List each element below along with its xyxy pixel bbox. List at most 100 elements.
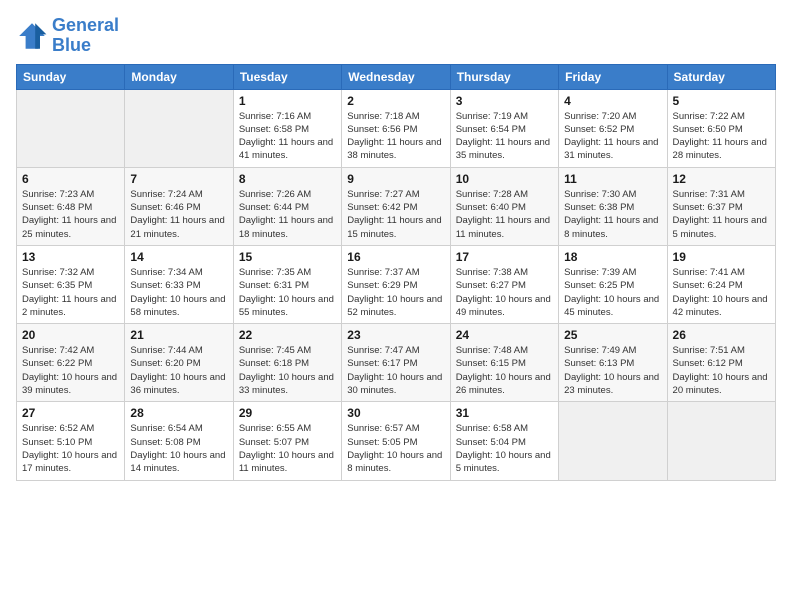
day-info: Sunrise: 7:19 AM Sunset: 6:54 PM Dayligh…: [456, 110, 553, 163]
day-info: Sunrise: 6:52 AM Sunset: 5:10 PM Dayligh…: [22, 422, 119, 475]
calendar-cell: [17, 89, 125, 167]
calendar-cell: 20 Sunrise: 7:42 AM Sunset: 6:22 PM Dayli…: [17, 324, 125, 402]
day-number: 23: [347, 328, 444, 342]
calendar-week-row: 6 Sunrise: 7:23 AM Sunset: 6:48 PM Daylig…: [17, 167, 776, 245]
calendar-cell: [559, 402, 667, 480]
calendar-cell: 23 Sunrise: 7:47 AM Sunset: 6:17 PM Dayli…: [342, 324, 450, 402]
calendar-cell: 25Sunrise: 7:49 AM Sunset: 6:13 PM Dayli…: [559, 324, 667, 402]
calendar-cell: 6 Sunrise: 7:23 AM Sunset: 6:48 PM Daylig…: [17, 167, 125, 245]
calendar-cell: 28 Sunrise: 6:54 AM Sunset: 5:08 PM Dayli…: [125, 402, 233, 480]
day-info: Sunrise: 6:58 AM Sunset: 5:04 PM Dayligh…: [456, 422, 553, 475]
column-header-saturday: Saturday: [667, 64, 775, 89]
day-number: 1: [239, 94, 336, 108]
column-header-thursday: Thursday: [450, 64, 558, 89]
day-info: Sunrise: 7:51 AM Sunset: 6:12 PM Dayligh…: [673, 344, 770, 397]
day-info: Sunrise: 7:34 AM Sunset: 6:33 PM Dayligh…: [130, 266, 227, 319]
day-number: 20: [22, 328, 119, 342]
calendar-cell: 31 Sunrise: 6:58 AM Sunset: 5:04 PM Dayli…: [450, 402, 558, 480]
calendar-week-row: 1 Sunrise: 7:16 AM Sunset: 6:58 PM Daylig…: [17, 89, 776, 167]
day-number: 30: [347, 406, 444, 420]
day-info: Sunrise: 7:35 AM Sunset: 6:31 PM Dayligh…: [239, 266, 336, 319]
calendar-cell: [667, 402, 775, 480]
day-info: Sunrise: 7:32 AM Sunset: 6:35 PM Dayligh…: [22, 266, 119, 319]
day-number: 8: [239, 172, 336, 186]
day-info: Sunrise: 7:26 AM Sunset: 6:44 PM Dayligh…: [239, 188, 336, 241]
day-info: Sunrise: 6:57 AM Sunset: 5:05 PM Dayligh…: [347, 422, 444, 475]
day-number: 17: [456, 250, 553, 264]
day-number: 31: [456, 406, 553, 420]
day-number: 28: [130, 406, 227, 420]
calendar-cell: 14 Sunrise: 7:34 AM Sunset: 6:33 PM Dayli…: [125, 245, 233, 323]
day-number: 3: [456, 94, 553, 108]
calendar-header-row: SundayMondayTuesdayWednesdayThursdayFrid…: [17, 64, 776, 89]
calendar-cell: 15 Sunrise: 7:35 AM Sunset: 6:31 PM Dayli…: [233, 245, 341, 323]
calendar-week-row: 20 Sunrise: 7:42 AM Sunset: 6:22 PM Dayli…: [17, 324, 776, 402]
calendar-cell: 13 Sunrise: 7:32 AM Sunset: 6:35 PM Dayli…: [17, 245, 125, 323]
day-info: Sunrise: 6:54 AM Sunset: 5:08 PM Dayligh…: [130, 422, 227, 475]
day-info: Sunrise: 7:27 AM Sunset: 6:42 PM Dayligh…: [347, 188, 444, 241]
day-info: Sunrise: 7:39 AM Sunset: 6:25 PM Dayligh…: [564, 266, 661, 319]
day-number: 29: [239, 406, 336, 420]
calendar-cell: 12Sunrise: 7:31 AM Sunset: 6:37 PM Dayli…: [667, 167, 775, 245]
day-number: 27: [22, 406, 119, 420]
calendar-cell: 22Sunrise: 7:45 AM Sunset: 6:18 PM Dayli…: [233, 324, 341, 402]
column-header-wednesday: Wednesday: [342, 64, 450, 89]
day-number: 14: [130, 250, 227, 264]
day-number: 4: [564, 94, 661, 108]
calendar-cell: 29 Sunrise: 6:55 AM Sunset: 5:07 PM Dayli…: [233, 402, 341, 480]
day-number: 9: [347, 172, 444, 186]
column-header-friday: Friday: [559, 64, 667, 89]
day-number: 21: [130, 328, 227, 342]
day-number: 22: [239, 328, 336, 342]
calendar-cell: 4Sunrise: 7:20 AM Sunset: 6:52 PM Daylig…: [559, 89, 667, 167]
column-header-monday: Monday: [125, 64, 233, 89]
calendar-cell: 27 Sunrise: 6:52 AM Sunset: 5:10 PM Dayli…: [17, 402, 125, 480]
day-number: 2: [347, 94, 444, 108]
day-number: 11: [564, 172, 661, 186]
day-info: Sunrise: 7:24 AM Sunset: 6:46 PM Dayligh…: [130, 188, 227, 241]
day-number: 26: [673, 328, 770, 342]
day-info: Sunrise: 7:18 AM Sunset: 6:56 PM Dayligh…: [347, 110, 444, 163]
calendar-cell: 2 Sunrise: 7:18 AM Sunset: 6:56 PM Daylig…: [342, 89, 450, 167]
logo-icon: [16, 20, 48, 52]
day-number: 24: [456, 328, 553, 342]
day-number: 15: [239, 250, 336, 264]
day-number: 13: [22, 250, 119, 264]
logo: General Blue: [16, 16, 119, 56]
calendar-cell: 11 Sunrise: 7:30 AM Sunset: 6:38 PM Dayli…: [559, 167, 667, 245]
logo-text: General Blue: [52, 16, 119, 56]
day-info: Sunrise: 7:30 AM Sunset: 6:38 PM Dayligh…: [564, 188, 661, 241]
day-info: Sunrise: 7:37 AM Sunset: 6:29 PM Dayligh…: [347, 266, 444, 319]
calendar-cell: 21 Sunrise: 7:44 AM Sunset: 6:20 PM Dayli…: [125, 324, 233, 402]
day-info: Sunrise: 6:55 AM Sunset: 5:07 PM Dayligh…: [239, 422, 336, 475]
calendar-cell: 18 Sunrise: 7:39 AM Sunset: 6:25 PM Dayli…: [559, 245, 667, 323]
column-header-sunday: Sunday: [17, 64, 125, 89]
day-info: Sunrise: 7:41 AM Sunset: 6:24 PM Dayligh…: [673, 266, 770, 319]
calendar-cell: 8 Sunrise: 7:26 AM Sunset: 6:44 PM Daylig…: [233, 167, 341, 245]
day-number: 5: [673, 94, 770, 108]
day-number: 19: [673, 250, 770, 264]
calendar-cell: 3 Sunrise: 7:19 AM Sunset: 6:54 PM Daylig…: [450, 89, 558, 167]
day-number: 7: [130, 172, 227, 186]
calendar-cell: [125, 89, 233, 167]
calendar-week-row: 27 Sunrise: 6:52 AM Sunset: 5:10 PM Dayli…: [17, 402, 776, 480]
calendar-cell: 30 Sunrise: 6:57 AM Sunset: 5:05 PM Dayli…: [342, 402, 450, 480]
day-info: Sunrise: 7:44 AM Sunset: 6:20 PM Dayligh…: [130, 344, 227, 397]
day-number: 6: [22, 172, 119, 186]
calendar-cell: 16Sunrise: 7:37 AM Sunset: 6:29 PM Dayli…: [342, 245, 450, 323]
calendar-cell: 19 Sunrise: 7:41 AM Sunset: 6:24 PM Dayli…: [667, 245, 775, 323]
calendar-cell: 24 Sunrise: 7:48 AM Sunset: 6:15 PM Dayli…: [450, 324, 558, 402]
calendar-cell: 1 Sunrise: 7:16 AM Sunset: 6:58 PM Daylig…: [233, 89, 341, 167]
day-number: 10: [456, 172, 553, 186]
day-info: Sunrise: 7:47 AM Sunset: 6:17 PM Dayligh…: [347, 344, 444, 397]
day-info: Sunrise: 7:16 AM Sunset: 6:58 PM Dayligh…: [239, 110, 336, 163]
day-info: Sunrise: 7:23 AM Sunset: 6:48 PM Dayligh…: [22, 188, 119, 241]
day-info: Sunrise: 7:49 AM Sunset: 6:13 PM Dayligh…: [564, 344, 661, 397]
calendar-cell: 7 Sunrise: 7:24 AM Sunset: 6:46 PM Daylig…: [125, 167, 233, 245]
column-header-tuesday: Tuesday: [233, 64, 341, 89]
day-info: Sunrise: 7:42 AM Sunset: 6:22 PM Dayligh…: [22, 344, 119, 397]
day-number: 18: [564, 250, 661, 264]
calendar-cell: 9 Sunrise: 7:27 AM Sunset: 6:42 PM Daylig…: [342, 167, 450, 245]
calendar-table: SundayMondayTuesdayWednesdayThursdayFrid…: [16, 64, 776, 481]
day-info: Sunrise: 7:48 AM Sunset: 6:15 PM Dayligh…: [456, 344, 553, 397]
